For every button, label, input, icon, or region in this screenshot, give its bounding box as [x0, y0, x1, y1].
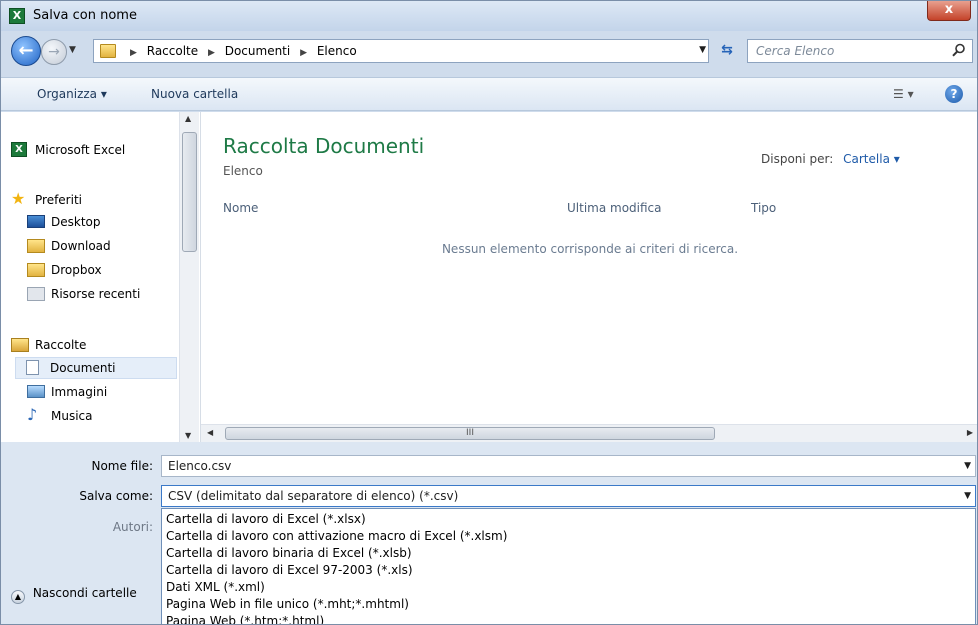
window-title: Salva con nome — [33, 8, 137, 23]
column-header-date-modified[interactable]: Ultima modifica — [567, 201, 662, 215]
scroll-down-icon[interactable]: ▼ — [185, 431, 191, 440]
address-dropdown-icon[interactable]: ▼ — [699, 45, 706, 55]
library-subtitle: Elenco — [223, 164, 263, 178]
scroll-thumb[interactable]: III — [225, 427, 715, 440]
search-placeholder: Cerca Elenco — [756, 44, 835, 58]
filename-input[interactable]: Elenco.csv ▼ — [161, 455, 976, 477]
excel-icon: X — [11, 142, 27, 157]
excel-icon: X — [9, 8, 25, 24]
empty-message: Nessun elemento corrisponde ai criteri d… — [441, 242, 739, 256]
hide-folders-button[interactable]: ▲ Nascondi cartelle — [11, 586, 137, 604]
filename-label: Nome file: — [91, 459, 153, 473]
libraries-icon — [11, 338, 29, 352]
music-icon: ♪ — [27, 405, 38, 424]
save-as-label: Salva come: — [79, 489, 153, 503]
chevron-up-icon: ▲ — [11, 590, 25, 604]
sidebar-header-libraries[interactable]: Raccolte — [11, 335, 176, 357]
arrange-label: Disponi per: — [761, 152, 834, 166]
view-options-icon[interactable]: ☰ ▾ — [893, 87, 914, 101]
hide-folders-label: Nascondi cartelle — [32, 586, 137, 600]
sidebar-item-label: Musica — [51, 409, 93, 423]
column-header-name[interactable]: Nome — [223, 201, 258, 215]
chevron-down-icon[interactable]: ▼ — [964, 461, 971, 471]
horizontal-scrollbar[interactable]: ◀ III ▶ — [201, 424, 977, 442]
folder-icon — [100, 44, 116, 58]
address-bar[interactable]: ▶ Raccolte ▶ Documenti ▶ Elenco ▼ — [93, 39, 709, 63]
folder-icon — [27, 263, 45, 277]
arrange-by: Disponi per: Cartella ▾ — [761, 152, 900, 166]
organize-button[interactable]: Organizza ▾ — [37, 87, 107, 101]
filename-value: Elenco.csv — [168, 459, 232, 473]
sidebar-header-favorites[interactable]: ★ Preferiti — [11, 190, 176, 212]
save-as-value: CSV (delimitato dal separatore di elenco… — [168, 489, 459, 503]
sidebar-item-label: Raccolte — [35, 338, 87, 352]
column-header-type[interactable]: Tipo — [751, 201, 776, 215]
sidebar-item-label: Preferiti — [35, 193, 82, 207]
navigation-bar: ← → ▼ ▶ Raccolte ▶ Documenti ▶ Elenco ▼ … — [1, 31, 977, 71]
sidebar-item-label: Dropbox — [51, 263, 102, 277]
sidebar-item-label: Download — [51, 239, 111, 253]
chevron-right-icon: ▶ — [300, 48, 307, 58]
command-toolbar: Organizza ▾ Nuova cartella ☰ ▾ ? — [1, 77, 977, 111]
close-button[interactable]: x — [927, 1, 971, 21]
sidebar-item-dropbox[interactable]: Dropbox — [27, 260, 177, 282]
search-icon[interactable] — [952, 43, 966, 57]
file-list-pane: Raccolta Documenti Elenco Disponi per: C… — [201, 112, 977, 424]
sidebar-item-label: Microsoft Excel — [35, 143, 126, 157]
navigation-scrollbar[interactable]: ▲ ▼ — [179, 112, 199, 442]
arrange-by-dropdown[interactable]: Cartella ▾ — [843, 152, 900, 166]
dropdown-option[interactable]: Dati XML (*.xml) — [166, 580, 265, 594]
desktop-icon — [27, 215, 45, 228]
recent-places-icon — [27, 287, 45, 301]
scroll-left-icon[interactable]: ◀ — [207, 428, 213, 437]
help-icon[interactable]: ? — [945, 85, 963, 103]
sidebar-item-music[interactable]: ♪ Musica — [27, 406, 177, 428]
documents-icon — [26, 360, 39, 375]
back-button[interactable]: ← — [11, 36, 41, 66]
dropdown-option[interactable]: Cartella di lavoro di Excel (*.xlsx) — [166, 512, 366, 526]
dropdown-option[interactable]: Cartella di lavoro di Excel 97-2003 (*.x… — [166, 563, 413, 577]
pictures-icon — [27, 385, 45, 398]
dropdown-option[interactable]: Cartella di lavoro binaria di Excel (*.x… — [166, 546, 412, 560]
sidebar-item-recent-places[interactable]: Risorse recenti — [27, 284, 177, 306]
sidebar-item-documents[interactable]: Documenti — [15, 357, 177, 379]
breadcrumb-item-elenco[interactable]: Elenco — [317, 44, 357, 58]
breadcrumb: ▶ Raccolte ▶ Documenti ▶ Elenco — [124, 44, 357, 58]
dropdown-option[interactable]: Cartella di lavoro con attivazione macro… — [166, 529, 507, 543]
breadcrumb-item-raccolte[interactable]: Raccolte — [147, 44, 198, 58]
save-as-type-dropdown-list: Cartella di lavoro di Excel (*.xlsx) Car… — [161, 508, 976, 624]
breadcrumb-item-documenti[interactable]: Documenti — [225, 44, 291, 58]
authors-label: Autori: — [112, 520, 153, 534]
history-dropdown-icon[interactable]: ▼ — [69, 45, 76, 55]
sidebar-item-label: Immagini — [51, 385, 108, 399]
navigation-pane: X Microsoft Excel ★ Preferiti Desktop Do… — [1, 112, 201, 442]
search-box[interactable]: Cerca Elenco — [747, 39, 973, 63]
star-icon: ★ — [11, 189, 26, 208]
dropdown-option[interactable]: Pagina Web (*.htm;*.html) — [166, 614, 324, 624]
sidebar-item-label: Risorse recenti — [51, 287, 141, 301]
scroll-right-icon[interactable]: ▶ — [967, 428, 973, 437]
dropdown-option[interactable]: Pagina Web in file unico (*.mht;*.mhtml) — [166, 597, 409, 611]
new-folder-button[interactable]: Nuova cartella — [151, 87, 238, 101]
chevron-right-icon: ▶ — [130, 48, 137, 58]
chevron-down-icon[interactable]: ▼ — [964, 491, 971, 501]
forward-button[interactable]: → — [41, 39, 67, 65]
refresh-button[interactable]: ⇆ — [713, 39, 741, 63]
sidebar-item-desktop[interactable]: Desktop — [27, 212, 177, 234]
sidebar-item-pictures[interactable]: Immagini — [27, 382, 177, 404]
sidebar-item-download[interactable]: Download — [27, 236, 177, 258]
sidebar-item-microsoft-excel[interactable]: X Microsoft Excel — [11, 140, 176, 162]
sidebar-item-label: Desktop — [51, 215, 101, 229]
library-title: Raccolta Documenti — [223, 134, 425, 158]
scroll-thumb[interactable] — [182, 132, 197, 252]
sidebar-item-label: Documenti — [50, 361, 116, 375]
scroll-up-icon[interactable]: ▲ — [185, 114, 191, 123]
chevron-right-icon: ▶ — [207, 48, 215, 58]
save-as-dialog: X Salva con nome x ← → ▼ ▶ Raccolte ▶ Do… — [0, 0, 978, 625]
title-bar: X Salva con nome x — [1, 1, 977, 31]
download-folder-icon — [27, 239, 45, 253]
save-as-type-select[interactable]: CSV (delimitato dal separatore di elenco… — [161, 485, 976, 507]
